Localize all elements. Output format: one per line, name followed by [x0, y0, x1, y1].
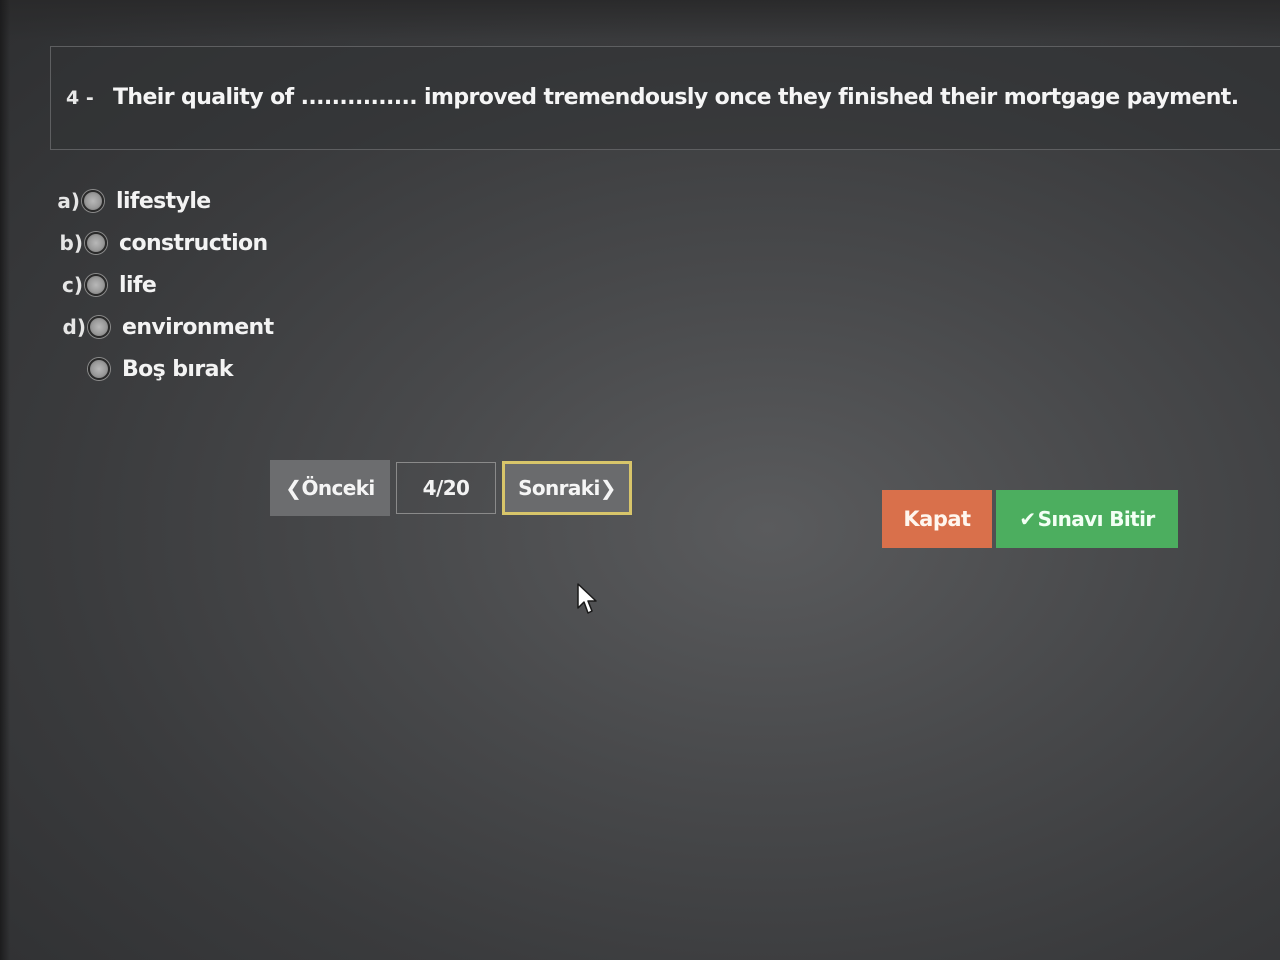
option-label[interactable]: Boş bırak: [122, 357, 233, 382]
option-c[interactable]: c) life: [57, 264, 274, 306]
option-label[interactable]: environment: [122, 315, 274, 340]
exam-actions: Kapat ✔ Sınavı Bitir: [882, 490, 1178, 548]
next-button-label: Sonraki: [518, 476, 600, 500]
radio-button[interactable]: [88, 358, 110, 380]
option-label[interactable]: lifestyle: [116, 189, 211, 214]
option-letter: c): [62, 273, 83, 297]
close-button-label: Kapat: [903, 507, 971, 531]
option-label[interactable]: construction: [119, 231, 268, 256]
option-letter: b): [59, 231, 83, 255]
option-b[interactable]: b) construction: [57, 222, 274, 264]
question-text: Their quality of ............... improve…: [113, 85, 1239, 110]
previous-button-label: Önceki: [301, 476, 375, 500]
option-label[interactable]: life: [119, 273, 157, 298]
chevron-left-icon: ❮: [285, 476, 302, 500]
finish-exam-label: Sınavı Bitir: [1037, 507, 1156, 531]
screen-top-shade: [0, 0, 1280, 40]
previous-button[interactable]: ❮ Önceki: [270, 460, 390, 516]
answer-options: a) lifestyle b) construction c) life d) …: [54, 180, 274, 390]
mouse-cursor-icon: [577, 583, 597, 614]
question-panel: 4 - Their quality of ............... imp…: [50, 46, 1280, 150]
question-number: 4 -: [66, 87, 94, 109]
radio-button[interactable]: [82, 190, 104, 212]
radio-button[interactable]: [88, 316, 110, 338]
next-button[interactable]: Sonraki ❯: [502, 461, 632, 515]
finish-exam-button[interactable]: ✔ Sınavı Bitir: [996, 490, 1178, 548]
option-skip[interactable]: Boş bırak: [60, 348, 274, 390]
radio-button[interactable]: [85, 232, 107, 254]
option-a[interactable]: a) lifestyle: [54, 180, 274, 222]
chevron-right-icon: ❯: [599, 476, 617, 500]
option-letter: a): [57, 189, 80, 213]
option-d[interactable]: d) environment: [60, 306, 275, 348]
check-icon: ✔: [1019, 507, 1036, 531]
radio-button[interactable]: [85, 274, 107, 296]
page-indicator: 4/20: [396, 462, 496, 514]
close-button[interactable]: Kapat: [882, 490, 992, 548]
option-letter: d): [62, 315, 86, 339]
screen-bezel: [0, 0, 10, 960]
question-navigation: ❮ Önceki 4/20 Sonraki ❯: [270, 460, 632, 516]
